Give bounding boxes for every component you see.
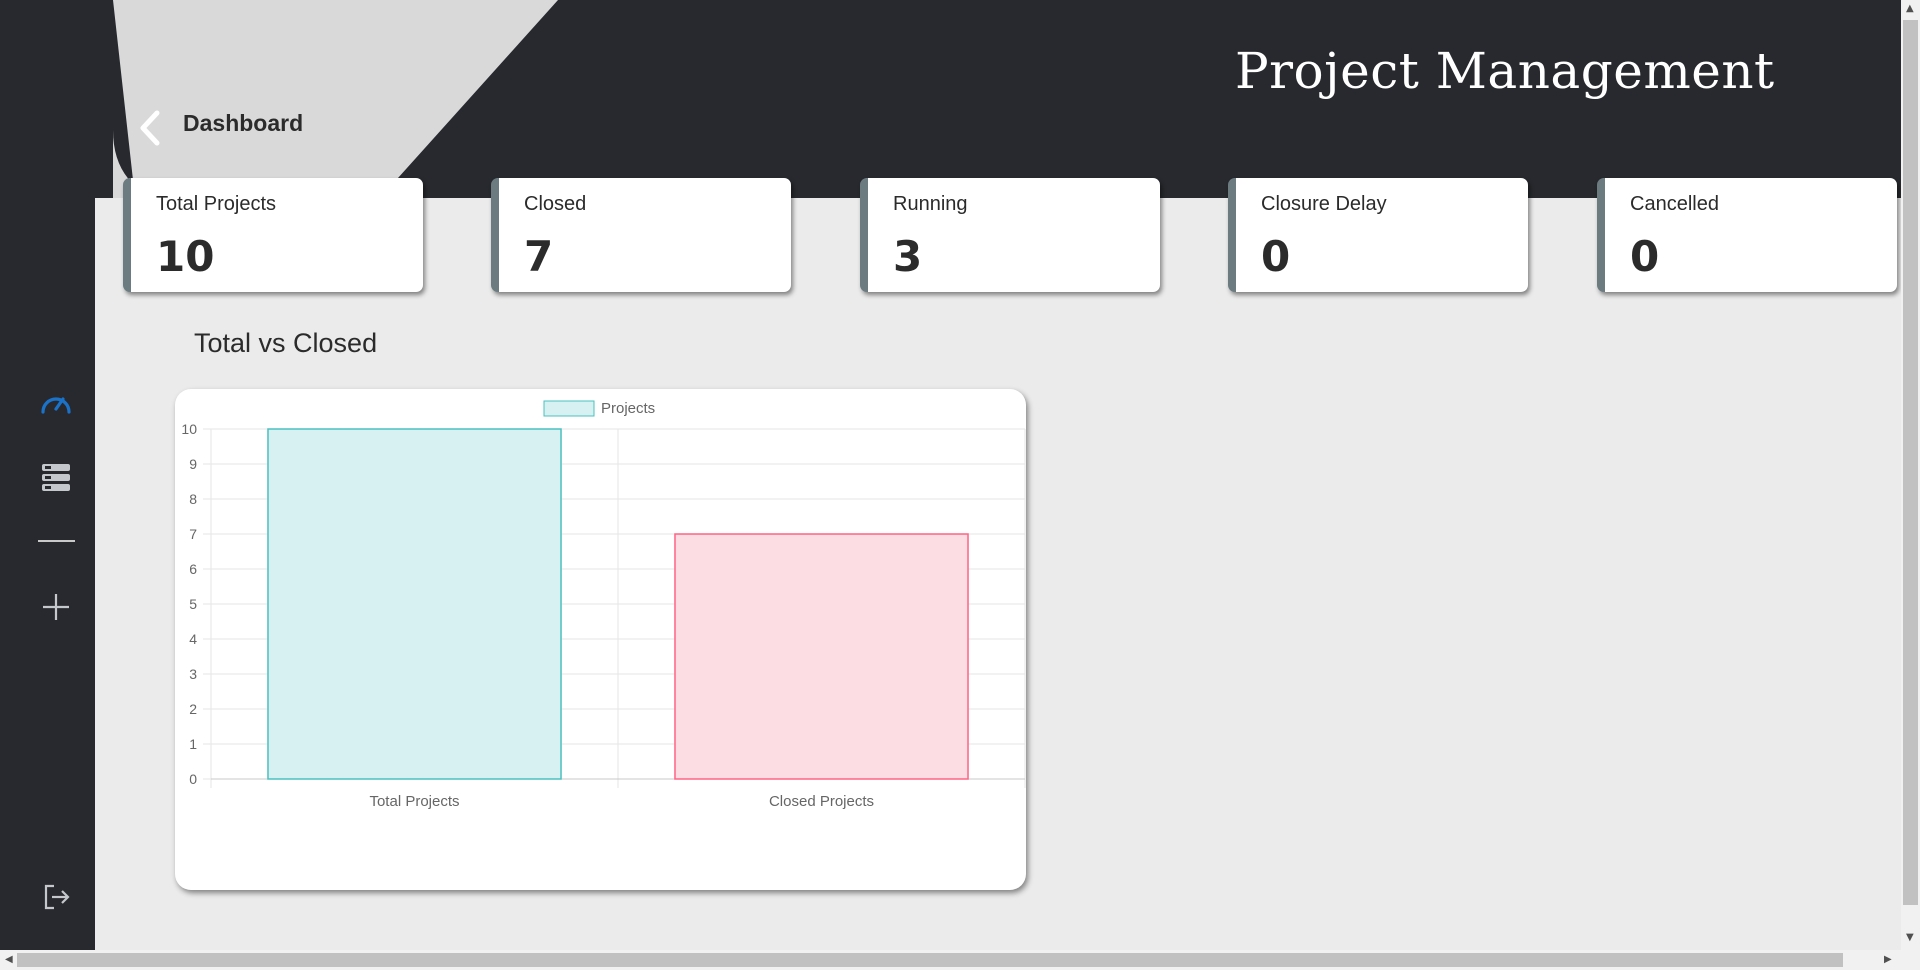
back-button[interactable] — [135, 108, 165, 148]
stat-value: 0 — [1630, 232, 1660, 281]
app-page: Dashboard Project Management Total Proje… — [0, 0, 1920, 970]
x-tick-label: Total Projects — [369, 793, 459, 810]
stat-value: 7 — [524, 232, 554, 281]
legend-label: Projects — [601, 400, 655, 417]
legend-swatch — [543, 400, 595, 417]
logout-icon — [44, 884, 70, 910]
speedometer-icon — [41, 397, 71, 414]
y-tick-label: 8 — [189, 491, 197, 507]
stat-value: 10 — [156, 232, 215, 281]
stat-label: Total Projects — [156, 193, 277, 215]
sidebar — [0, 0, 95, 950]
y-tick-label: 9 — [189, 456, 197, 472]
x-tick-label: Closed Projects — [769, 793, 874, 810]
stat-value: 3 — [893, 232, 923, 281]
stat-label: Closure Delay — [1261, 193, 1387, 215]
stat-card-total-projects: Total Projects 10 — [123, 178, 423, 292]
breadcrumb: Dashboard — [183, 110, 304, 136]
chevron-left-icon — [140, 110, 160, 146]
y-tick-label: 5 — [189, 596, 197, 612]
y-tick-label: 1 — [189, 736, 197, 752]
scroll-right-arrow[interactable]: ▶ — [1884, 955, 1892, 965]
horizontal-scrollbar-thumb[interactable] — [17, 953, 1843, 967]
y-tick-label: 6 — [189, 561, 197, 577]
vertical-scrollbar-thumb[interactable] — [1903, 20, 1918, 905]
y-tick-label: 2 — [189, 701, 197, 717]
bar-chart: Projects 0 1 2 3 4 5 6 7 8 9 10 Total Projects Closed… — [181, 400, 1026, 810]
sidebar-item-projects[interactable] — [37, 459, 75, 497]
y-tick-label: 7 — [189, 526, 197, 542]
plus-icon — [43, 594, 69, 620]
stat-card-closure-delay: Closure Delay 0 — [1228, 178, 1528, 292]
bar — [267, 428, 562, 780]
server-list-icon — [42, 464, 70, 491]
logout-button[interactable] — [37, 878, 75, 916]
y-tick-label: 10 — [181, 421, 197, 437]
stat-label: Cancelled — [1630, 193, 1719, 215]
scroll-left-arrow[interactable]: ◀ — [5, 955, 13, 965]
stat-value: 0 — [1261, 232, 1291, 281]
y-tick-label: 0 — [189, 771, 197, 787]
sidebar-item-dashboard[interactable] — [37, 384, 75, 422]
stat-card-running: Running 3 — [860, 178, 1160, 292]
sidebar-item-add-project[interactable] — [37, 588, 75, 626]
y-tick-label: 3 — [189, 666, 197, 682]
bar — [674, 533, 969, 780]
stat-card-closed: Closed 7 — [491, 178, 791, 292]
scroll-up-arrow[interactable]: ▲ — [1906, 4, 1914, 14]
page-title: Project Management — [1235, 42, 1775, 100]
stat-label: Closed — [524, 193, 587, 215]
sidebar-divider — [38, 540, 75, 542]
chart-heading: Total vs Closed — [194, 328, 378, 358]
stat-label: Running — [893, 193, 968, 215]
chart-card: Projects 0 1 2 3 4 5 6 7 8 9 10 Total Projects Closed… — [175, 389, 1026, 890]
scroll-down-arrow[interactable]: ▼ — [1906, 933, 1914, 943]
y-tick-label: 4 — [189, 631, 197, 647]
stat-card-cancelled: Cancelled 0 — [1597, 178, 1897, 292]
